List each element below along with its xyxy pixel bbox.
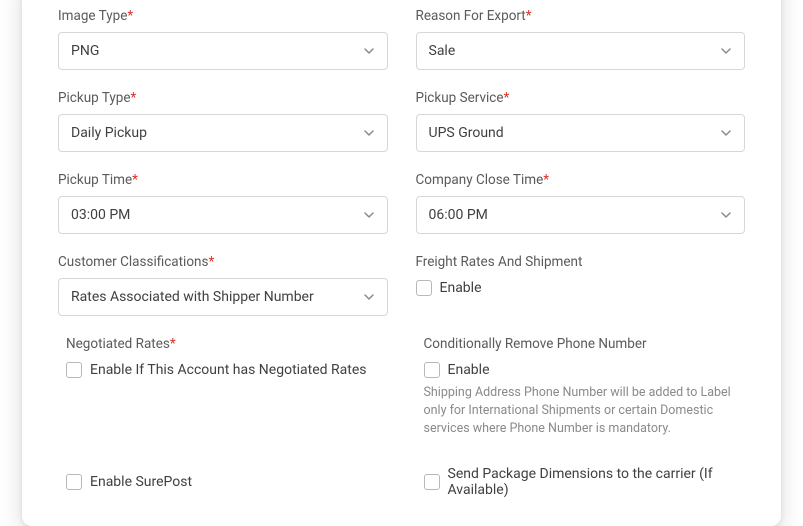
negotiated-rates-label: Negotiated Rates* xyxy=(66,336,388,352)
conditionally-remove-phone-enable-row[interactable]: Enable xyxy=(424,362,746,378)
pickup-time-label: Pickup Time* xyxy=(58,172,388,188)
send-package-dimensions-row[interactable]: Send Package Dimensions to the carrier (… xyxy=(416,466,746,498)
freight-rates-checkbox[interactable] xyxy=(416,280,432,296)
reason-for-export-value: Sale xyxy=(429,43,456,59)
label-text: Pickup Time xyxy=(58,172,132,188)
image-type-select[interactable]: PNG xyxy=(58,32,388,70)
chevron-down-icon xyxy=(357,203,381,227)
enable-surepost-row[interactable]: Enable SurePost xyxy=(58,466,388,498)
enable-surepost-label: Enable SurePost xyxy=(90,474,192,490)
chevron-down-icon xyxy=(357,285,381,309)
negotiated-rates-checkbox[interactable] xyxy=(66,362,82,378)
pickup-type-label: Pickup Type* xyxy=(58,90,388,106)
pickup-type-select[interactable]: Daily Pickup xyxy=(58,114,388,152)
settings-grid: Image Type* PNG Reason For Export* Sale xyxy=(58,8,745,438)
reason-for-export-select[interactable]: Sale xyxy=(416,32,746,70)
chevron-down-icon xyxy=(357,121,381,145)
image-type-value: PNG xyxy=(71,43,99,59)
required-asterisk: * xyxy=(132,172,138,188)
required-asterisk: * xyxy=(127,8,133,24)
required-asterisk: * xyxy=(208,254,214,270)
required-asterisk: * xyxy=(170,336,176,352)
conditionally-remove-phone-label: Conditionally Remove Phone Number xyxy=(424,336,746,352)
customer-classifications-label: Customer Classifications* xyxy=(58,254,388,270)
enable-surepost-checkbox[interactable] xyxy=(66,474,82,490)
freight-rates-enable-label: Enable xyxy=(440,280,482,296)
conditionally-remove-phone-enable-label: Enable xyxy=(448,362,490,378)
label-text: Company Close Time xyxy=(416,172,544,188)
chevron-down-icon xyxy=(714,203,738,227)
chevron-down-icon xyxy=(714,121,738,145)
pickup-service-select[interactable]: UPS Ground xyxy=(416,114,746,152)
send-package-dimensions-checkbox[interactable] xyxy=(424,474,440,490)
required-asterisk: * xyxy=(526,8,532,24)
settings-card: Image Type* PNG Reason For Export* Sale xyxy=(22,0,781,526)
customer-classifications-field: Customer Classifications* Rates Associat… xyxy=(58,254,388,316)
customer-classifications-value: Rates Associated with Shipper Number xyxy=(71,289,314,305)
label-text: Negotiated Rates xyxy=(66,336,170,352)
negotiated-rates-enable-label: Enable If This Account has Negotiated Ra… xyxy=(90,362,367,378)
image-type-label: Image Type* xyxy=(58,8,388,24)
pickup-time-field: Pickup Time* 03:00 PM xyxy=(58,172,388,234)
negotiated-rates-field: Negotiated Rates* Enable If This Account… xyxy=(58,336,388,438)
conditionally-remove-phone-field: Conditionally Remove Phone Number Enable… xyxy=(416,336,746,438)
pickup-service-field: Pickup Service* UPS Ground xyxy=(416,90,746,152)
label-text: Customer Classifications xyxy=(58,254,208,270)
freight-rates-field: Freight Rates And Shipment Enable xyxy=(416,254,746,316)
pickup-type-value: Daily Pickup xyxy=(71,125,147,141)
company-close-time-value: 06:00 PM xyxy=(429,207,488,223)
required-asterisk: * xyxy=(504,90,510,106)
chevron-down-icon xyxy=(357,39,381,63)
pickup-type-field: Pickup Type* Daily Pickup xyxy=(58,90,388,152)
label-text: Pickup Type xyxy=(58,90,131,106)
required-asterisk: * xyxy=(131,90,137,106)
company-close-time-label: Company Close Time* xyxy=(416,172,746,188)
company-close-time-select[interactable]: 06:00 PM xyxy=(416,196,746,234)
negotiated-rates-enable-row[interactable]: Enable If This Account has Negotiated Ra… xyxy=(66,362,388,378)
reason-for-export-field: Reason For Export* Sale xyxy=(416,8,746,70)
conditionally-remove-phone-help: Shipping Address Phone Number will be ad… xyxy=(424,384,746,438)
label-text: Pickup Service xyxy=(416,90,504,106)
reason-for-export-label: Reason For Export* xyxy=(416,8,746,24)
freight-rates-enable-row[interactable]: Enable xyxy=(416,280,746,296)
customer-classifications-select[interactable]: Rates Associated with Shipper Number xyxy=(58,278,388,316)
required-asterisk: * xyxy=(543,172,549,188)
pickup-service-value: UPS Ground xyxy=(429,125,504,141)
pickup-time-value: 03:00 PM xyxy=(71,207,130,223)
image-type-field: Image Type* PNG xyxy=(58,8,388,70)
label-text: Reason For Export xyxy=(416,8,526,24)
conditionally-remove-phone-checkbox[interactable] xyxy=(424,362,440,378)
send-package-dimensions-label: Send Package Dimensions to the carrier (… xyxy=(448,466,746,498)
freight-rates-label: Freight Rates And Shipment xyxy=(416,254,746,270)
bottom-row: Enable SurePost Send Package Dimensions … xyxy=(58,466,745,498)
pickup-time-select[interactable]: 03:00 PM xyxy=(58,196,388,234)
pickup-service-label: Pickup Service* xyxy=(416,90,746,106)
company-close-time-field: Company Close Time* 06:00 PM xyxy=(416,172,746,234)
label-text: Image Type xyxy=(58,8,127,24)
chevron-down-icon xyxy=(714,39,738,63)
